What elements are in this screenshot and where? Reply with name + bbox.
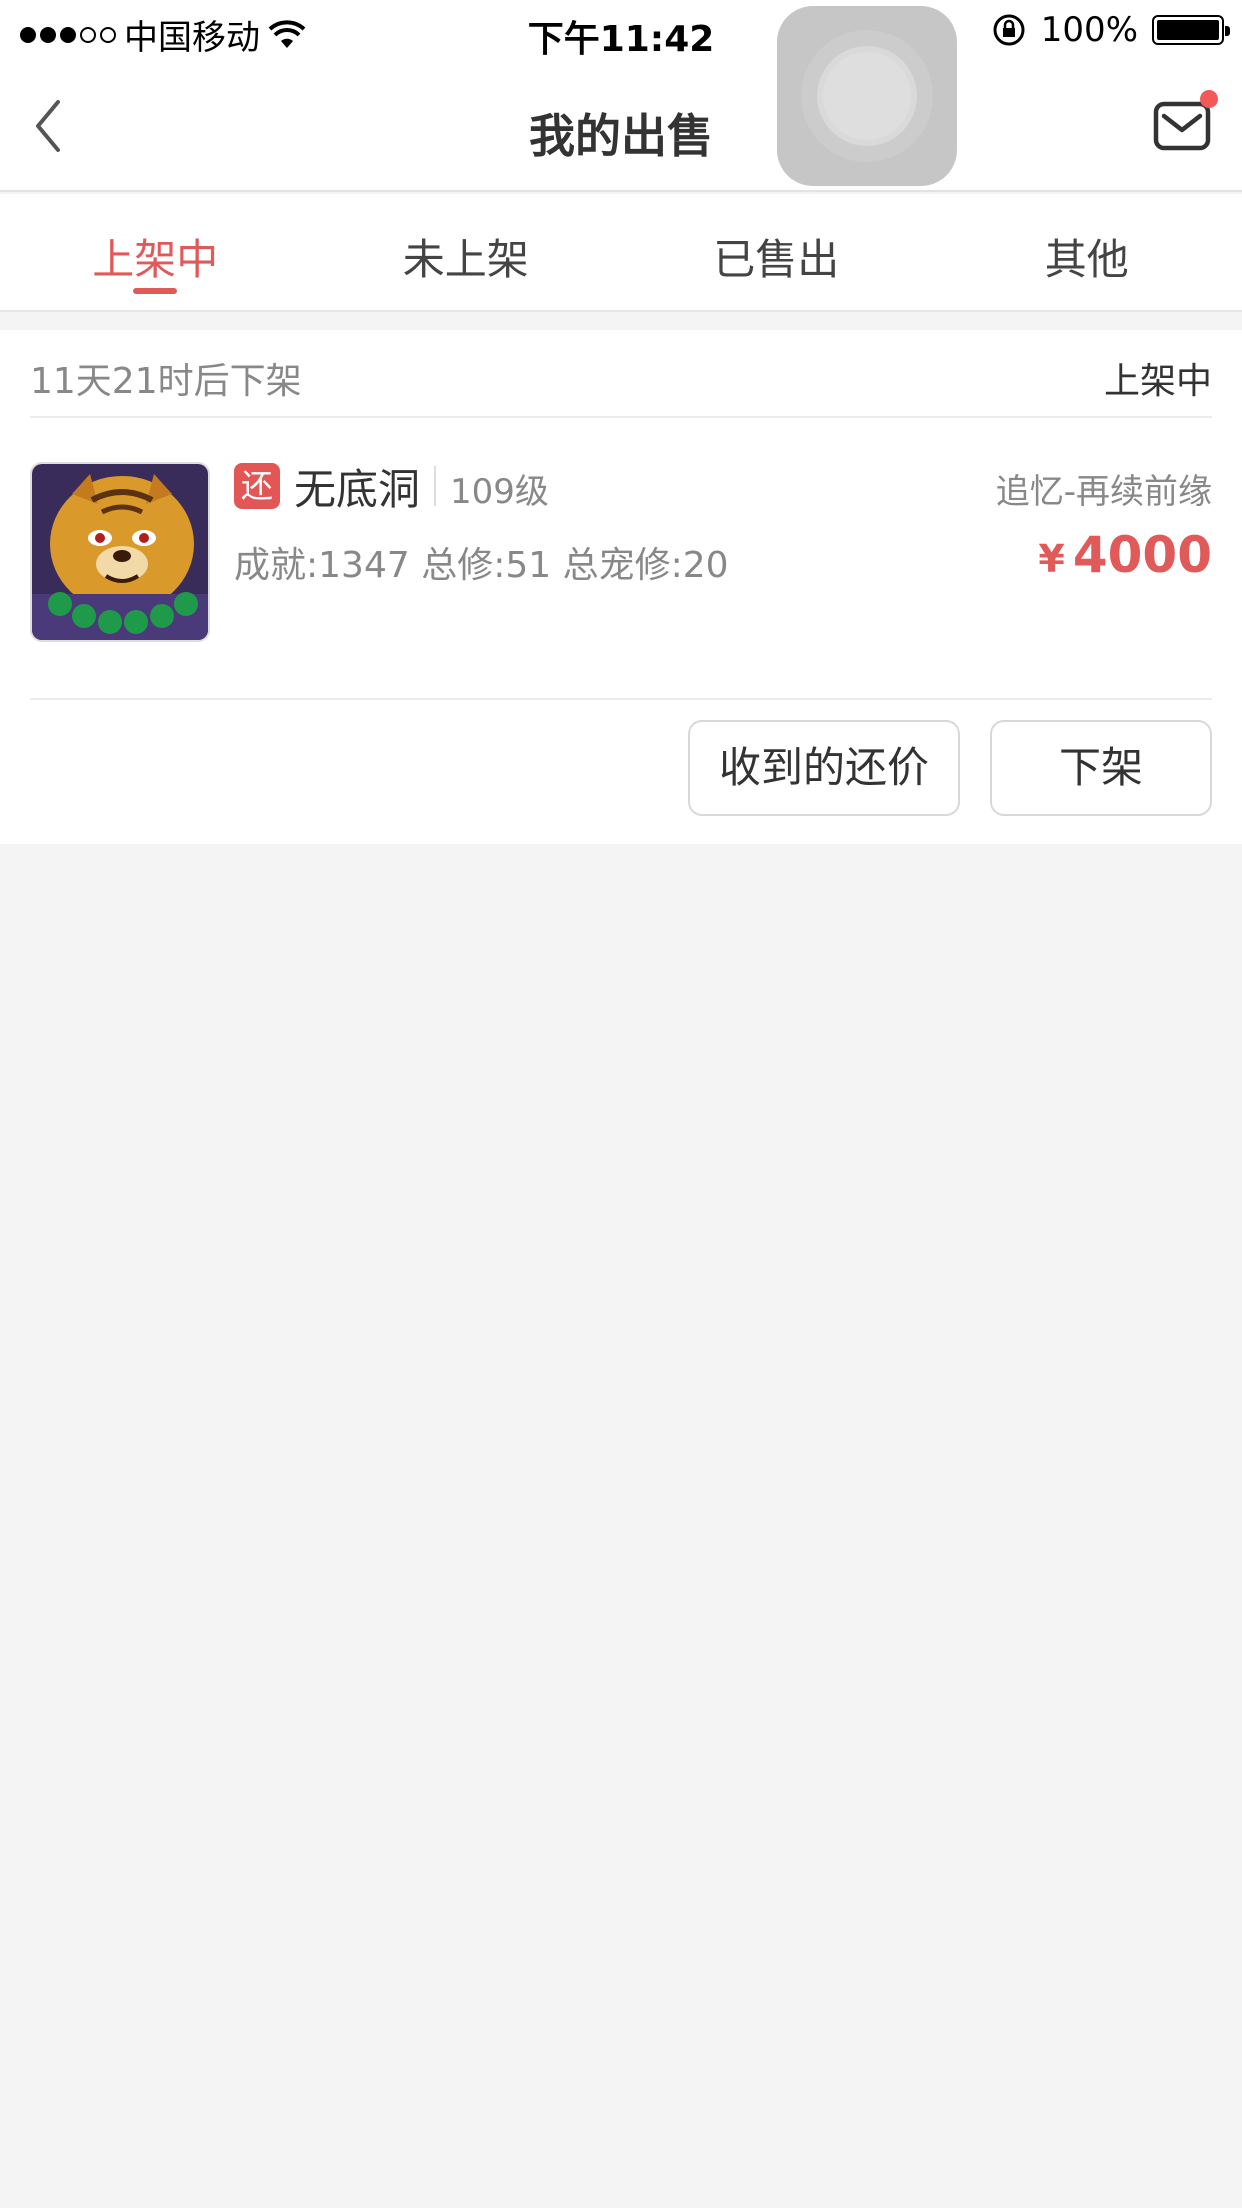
listing-header: 11天21时后下架 上架中 — [30, 330, 1212, 418]
tab-other[interactable]: 其他 — [932, 194, 1242, 310]
active-tab-indicator — [133, 288, 178, 294]
tab-on-sale[interactable]: 上架中 — [0, 194, 311, 310]
tab-not-listed[interactable]: 未上架 — [311, 194, 622, 310]
name-level-divider — [434, 466, 436, 506]
message-button[interactable] — [1152, 90, 1218, 154]
delist-button[interactable]: 下架 — [990, 720, 1212, 816]
tab-label: 上架中 — [92, 235, 219, 284]
tab-bar: 上架中 未上架 已售出 其他 — [0, 194, 1242, 312]
unread-badge — [1200, 90, 1218, 108]
battery-percent: 100% — [1040, 10, 1138, 50]
bargain-tag: 还 — [234, 463, 280, 509]
tab-label: 未上架 — [402, 235, 529, 284]
delist-countdown: 11天21时后下架 — [30, 361, 302, 402]
character-avatar[interactable] — [30, 462, 210, 642]
rotation-lock-icon — [993, 14, 1025, 46]
server-name: 追忆-再续前缘 — [995, 472, 1212, 512]
tiger-character-image — [32, 464, 208, 640]
listing-card[interactable]: 11天21时后下架 上架中 还 无底洞 109级 追忆-再续前缘 成就:1347… — [0, 330, 1242, 844]
tab-label: 已售出 — [713, 235, 840, 284]
page-title: 我的出售 — [529, 109, 713, 163]
listing-price: ¥4000 — [1038, 526, 1212, 584]
status-right: 100% — [991, 10, 1230, 50]
character-stats: 成就:1347 总修:51 总宠修:20 — [234, 545, 729, 586]
assistive-touch-button[interactable] — [777, 6, 957, 186]
character-name: 无底洞 — [294, 465, 421, 514]
nav-bar: 我的出售 — [0, 60, 1242, 192]
price-value: 4000 — [1072, 526, 1212, 584]
received-offers-button[interactable]: 收到的还价 — [688, 720, 960, 816]
listing-status: 上架中 — [1103, 361, 1212, 402]
assistive-ring — [823, 52, 911, 140]
character-level: 109级 — [450, 472, 549, 512]
battery-icon — [1152, 15, 1230, 45]
tab-sold[interactable]: 已售出 — [621, 194, 932, 310]
currency-symbol: ¥ — [1038, 537, 1065, 581]
card-divider — [30, 698, 1212, 700]
status-bar: 中国移动 下午11:42 100% — [0, 0, 1242, 60]
tab-label: 其他 — [1044, 235, 1129, 284]
